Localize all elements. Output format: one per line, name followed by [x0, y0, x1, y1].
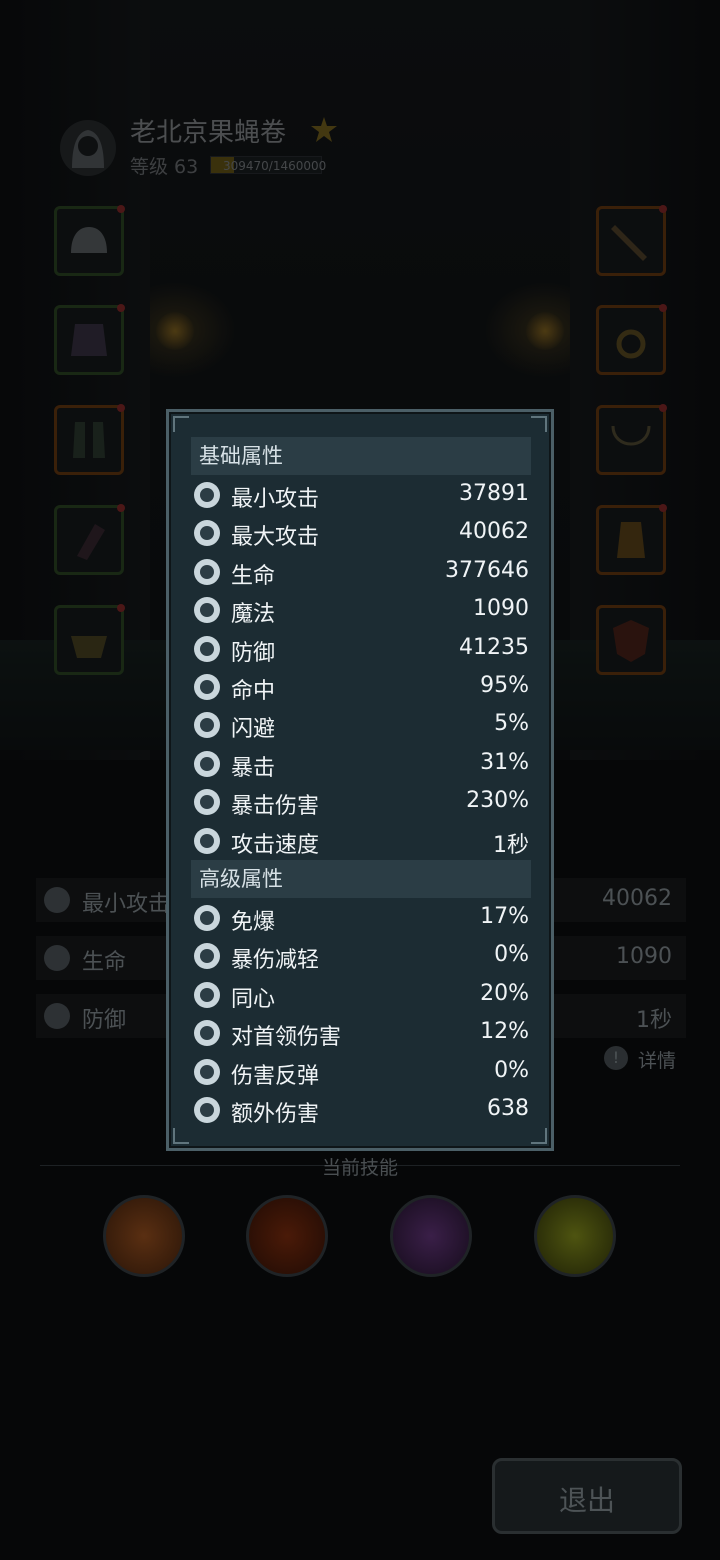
scroll-icon — [193, 981, 221, 1009]
skills-title: 当前技能 — [321, 1157, 398, 1179]
stat-row: 伤害反弹 0% — [191, 1054, 531, 1090]
stat-row: 免爆 17% — [191, 900, 531, 936]
stat-label: 同心 — [231, 986, 276, 1012]
stat-label: 暴伤减轻 — [231, 948, 320, 974]
stat-label: 暴击伤害 — [231, 794, 320, 820]
shield-icon — [193, 635, 221, 663]
modal-corner — [531, 416, 547, 432]
stat-row: 额外伤害 638 — [191, 1092, 531, 1128]
stat-value: 1秒 — [493, 832, 529, 858]
stat-value: 0% — [494, 1057, 529, 1083]
stat-row: 魔法 1090 — [191, 592, 531, 628]
details-link[interactable]: 详情 — [638, 1046, 676, 1073]
stat-row: 同心 20% — [191, 977, 531, 1013]
stat-label: 暴击 — [231, 755, 276, 781]
basic-attributes-header: 基础属性 — [191, 437, 531, 475]
bg-stat-value: 1090 — [616, 944, 672, 969]
stat-value: 377646 — [445, 557, 529, 583]
stat-value: 17% — [480, 904, 529, 929]
fire-vortex-skill-icon[interactable] — [246, 1195, 328, 1277]
modal-corner — [173, 1128, 189, 1144]
stat-label: 伤害反弹 — [231, 1063, 320, 1089]
stat-row: 攻击速度 1秒 — [191, 823, 531, 859]
stat-label: 对首领伤害 — [231, 1025, 342, 1051]
stat-label: 闪避 — [231, 717, 276, 743]
stat-row: 命中 95% — [191, 669, 531, 705]
reduce-icon — [193, 942, 221, 970]
stat-value: 5% — [494, 711, 529, 737]
stat-value: 40062 — [459, 519, 529, 545]
sword-icon — [193, 481, 221, 509]
stat-value: 20% — [480, 980, 529, 1006]
reflect-icon — [193, 1058, 221, 1086]
dodge-icon — [193, 711, 221, 739]
modal-corner — [173, 416, 189, 432]
stat-value: 0% — [494, 942, 529, 968]
sword-icon — [44, 887, 70, 913]
bg-stat-label: 最小攻击 — [82, 892, 171, 917]
info-icon[interactable]: ! — [604, 1046, 628, 1070]
stat-value: 638 — [487, 1096, 529, 1121]
stat-label: 生命 — [231, 563, 276, 589]
stat-label: 免爆 — [231, 910, 276, 935]
burst-icon — [193, 788, 221, 816]
stat-row: 暴伤减轻 0% — [191, 938, 531, 974]
skull-icon — [193, 904, 221, 932]
heart-icon — [193, 558, 221, 586]
bg-stat-value: 40062 — [602, 886, 672, 911]
speed-icon — [193, 827, 221, 855]
stat-row: 暴击 31% — [191, 746, 531, 782]
boss-icon — [193, 1019, 221, 1047]
extra-damage-icon — [193, 1096, 221, 1124]
stat-row: 生命 377646 — [191, 554, 531, 590]
bubble-skill-icon[interactable] — [534, 1195, 616, 1277]
modal-corner — [531, 1128, 547, 1144]
advanced-attributes-header: 高级属性 — [191, 860, 531, 898]
bg-stat-label: 防御 — [82, 1008, 127, 1033]
stat-value: 37891 — [459, 481, 529, 506]
stat-label: 魔法 — [231, 602, 276, 628]
stat-value: 41235 — [459, 634, 529, 660]
stat-value: 95% — [480, 673, 529, 698]
stat-value: 31% — [480, 749, 529, 775]
stat-row: 防御 41235 — [191, 631, 531, 667]
shield-icon — [44, 1003, 70, 1029]
bg-stat-value: 1秒 — [636, 1008, 672, 1033]
stat-value: 12% — [480, 1019, 529, 1045]
stat-value: 1090 — [473, 596, 529, 622]
magic-swirl-icon — [193, 596, 221, 624]
stat-row: 暴击伤害 230% — [191, 784, 531, 820]
stat-label: 命中 — [231, 679, 276, 704]
stat-row: 最小攻击 37891 — [191, 477, 531, 513]
stat-label: 最小攻击 — [231, 487, 320, 512]
stat-label: 防御 — [231, 640, 276, 666]
stat-row: 对首领伤害 12% — [191, 1015, 531, 1051]
stat-label: 额外伤害 — [231, 1102, 320, 1127]
exit-button[interactable]: 退出 — [492, 1458, 682, 1534]
crystal-shard-skill-icon[interactable] — [390, 1195, 472, 1277]
attributes-modal: 基础属性 最小攻击 37891 最大攻击 40062 生命 377646 魔法 1090 防御 4… — [166, 409, 554, 1151]
critical-icon — [193, 750, 221, 778]
stat-row: 闪避 5% — [191, 707, 531, 743]
stat-row: 最大攻击 40062 — [191, 515, 531, 551]
explosion-skill-icon[interactable] — [103, 1195, 185, 1277]
bg-stat-label: 生命 — [82, 950, 127, 975]
exit-button-label: 退出 — [558, 1484, 615, 1517]
stat-value: 230% — [466, 788, 529, 814]
stat-label: 攻击速度 — [231, 832, 320, 858]
sword-icon — [193, 519, 221, 547]
heart-icon — [44, 945, 70, 971]
target-icon — [193, 673, 221, 701]
stat-label: 最大攻击 — [231, 525, 320, 551]
